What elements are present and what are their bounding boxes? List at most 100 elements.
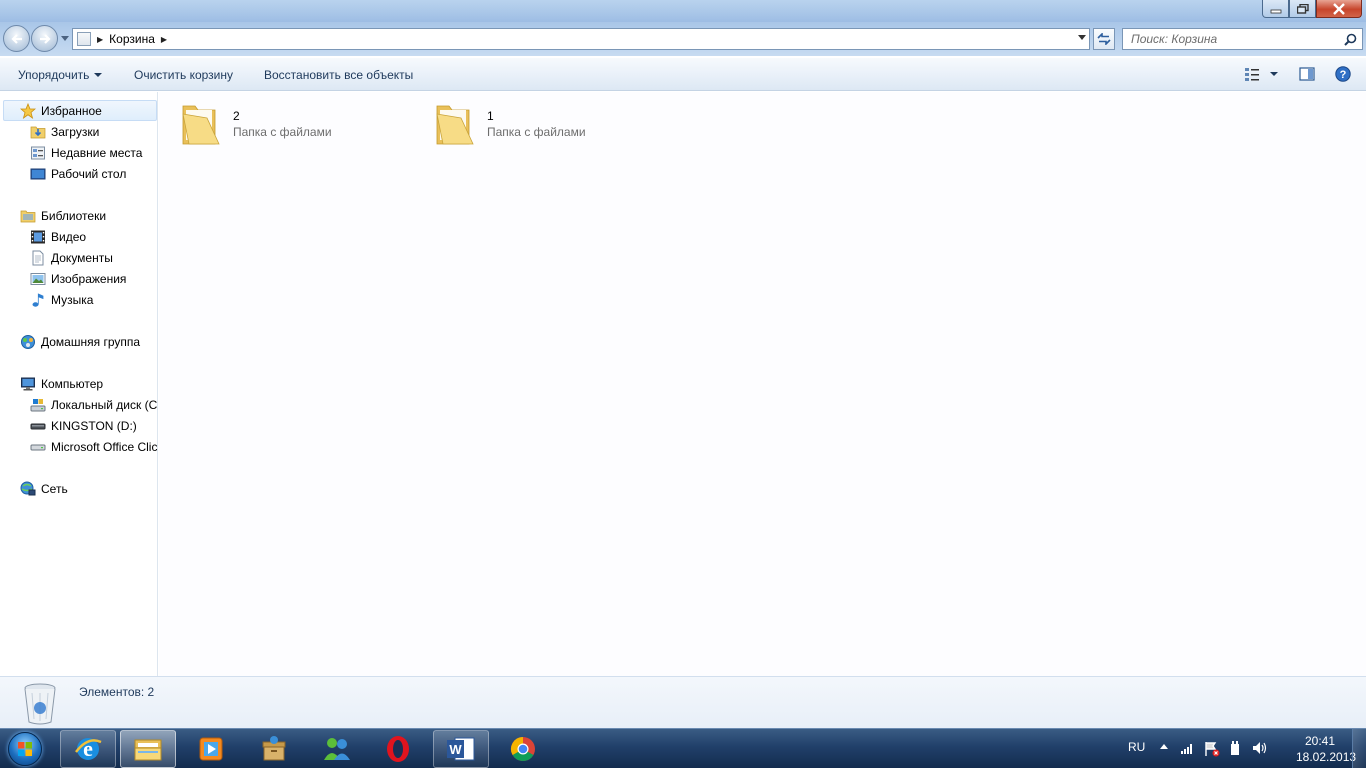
sidebar-item-label: Видео: [51, 229, 87, 244]
arrow-left-icon: [10, 33, 22, 44]
address-row: ▶ Корзина ▶: [0, 22, 1366, 56]
sidebar-item-label: Сеть: [41, 481, 68, 496]
recent-pages-dropdown[interactable]: [59, 35, 71, 42]
libraries-icon: [20, 208, 36, 224]
refresh-button[interactable]: [1093, 28, 1115, 50]
taskbar: e W RU 20:41 18.02.2013: [0, 728, 1366, 768]
sidebar-item-favorites[interactable]: Избранное: [3, 100, 157, 121]
power-icon[interactable]: [1228, 741, 1242, 757]
language-indicator[interactable]: RU: [1128, 740, 1145, 754]
folder-item[interactable]: 2 Папка с файлами: [161, 100, 401, 148]
sidebar-item-downloads[interactable]: Загрузки: [30, 121, 99, 142]
sidebar-item-video[interactable]: Видео: [30, 226, 86, 247]
clock[interactable]: 20:41 18.02.2013: [1296, 733, 1357, 765]
item-name: 1: [487, 109, 494, 123]
taskbar-messenger[interactable]: [309, 730, 365, 768]
sidebar-item-recent-places[interactable]: Недавние места: [30, 142, 142, 163]
help-icon: ?: [1335, 66, 1351, 82]
sidebar-item-music[interactable]: Музыка: [30, 289, 93, 310]
star-icon: [20, 102, 36, 119]
start-button[interactable]: [2, 730, 48, 768]
sidebar-item-label: Загрузки: [51, 124, 100, 139]
navigation-pane: Избранное Загрузки Недавние места Рабочи…: [0, 92, 158, 676]
sidebar-item-label: Microsoft Office Click-to-Run: [51, 439, 158, 454]
search-icon[interactable]: [1344, 33, 1357, 46]
messenger-icon: [324, 738, 350, 760]
sidebar-item-network[interactable]: Сеть: [20, 478, 68, 499]
details-pane: Элементов: 2: [0, 676, 1366, 728]
organize-label: Упорядочить: [18, 68, 90, 82]
taskbar-archive-app[interactable]: [246, 730, 302, 768]
sidebar-item-local-disk[interactable]: Локальный диск (C:): [30, 394, 158, 415]
sidebar-item-label: Избранное: [41, 103, 102, 118]
item-type: Папка с файлами: [487, 125, 586, 139]
view-options-icon: [1245, 68, 1278, 81]
maximize-button[interactable]: [1289, 0, 1316, 18]
taskbar-word[interactable]: W: [433, 730, 489, 768]
archive-box-icon: [262, 736, 286, 761]
show-desktop-button[interactable]: [1352, 729, 1366, 768]
sidebar-item-label: Компьютер: [41, 376, 104, 391]
minimize-button[interactable]: [1262, 0, 1289, 18]
minimize-icon: [1270, 9, 1281, 13]
sidebar-item-libraries[interactable]: Библиотеки: [20, 205, 106, 226]
change-view-button[interactable]: [1244, 66, 1278, 85]
empty-recycle-bin-button[interactable]: Очистить корзину: [134, 68, 233, 82]
help-button[interactable]: ?: [1335, 66, 1351, 85]
clock-date: 18.02.2013: [1296, 750, 1357, 764]
recycle-bin-icon: [24, 683, 56, 725]
address-dropdown-icon[interactable]: [1078, 35, 1086, 40]
taskbar-chrome[interactable]: [495, 730, 551, 768]
sidebar-item-label: Недавние места: [51, 145, 143, 160]
drive-icon: [30, 439, 46, 455]
file-list: 2 Папка с файлами 1 Папка с файлами: [159, 92, 1366, 676]
close-icon: [1333, 2, 1345, 15]
pictures-icon: [30, 271, 46, 287]
downloads-folder-icon: [30, 124, 46, 140]
network-icon: [20, 481, 36, 497]
taskbar-media-player[interactable]: [183, 730, 239, 768]
sidebar-item-label: Локальный диск (C:): [51, 397, 158, 412]
preview-pane-button[interactable]: [1299, 66, 1315, 85]
sidebar-item-kingston[interactable]: KINGSTON (D:): [30, 415, 137, 436]
breadcrumb-separator-icon[interactable]: ▶: [97, 35, 103, 44]
sidebar-item-label: Документы: [51, 250, 113, 265]
sidebar-item-homegroup[interactable]: Домашняя группа: [20, 331, 140, 352]
organize-button[interactable]: Упорядочить: [18, 68, 103, 82]
clock-time: 20:41: [1304, 734, 1336, 748]
search-box[interactable]: [1122, 28, 1363, 50]
sidebar-item-pictures[interactable]: Изображения: [30, 268, 126, 289]
sidebar-item-documents[interactable]: Документы: [30, 247, 113, 268]
back-button[interactable]: [3, 25, 30, 52]
homegroup-icon: [20, 334, 36, 350]
breadcrumb-separator-icon[interactable]: ▶: [161, 35, 167, 44]
item-type: Папка с файлами: [233, 125, 332, 139]
sidebar-item-label: KINGSTON (D:): [51, 418, 137, 433]
search-input[interactable]: [1131, 29, 1341, 49]
folder-icon: [182, 105, 220, 145]
sidebar-item-label: Изображения: [51, 271, 127, 286]
folder-icon: [436, 105, 474, 145]
svg-text:W: W: [449, 742, 462, 757]
local-disk-icon: [30, 397, 46, 413]
signal-strength-icon[interactable]: [1180, 741, 1194, 755]
breadcrumb-recycle-bin[interactable]: Корзина: [109, 32, 155, 46]
sidebar-item-desktop[interactable]: Рабочий стол: [30, 163, 126, 184]
close-button[interactable]: [1316, 0, 1362, 18]
address-bar[interactable]: ▶ Корзина ▶: [72, 28, 1090, 50]
sidebar-item-label: Домашняя группа: [41, 334, 141, 349]
sidebar-item-computer[interactable]: Компьютер: [20, 373, 103, 394]
forward-button[interactable]: [31, 25, 58, 52]
arrow-right-icon: [39, 33, 51, 44]
folder-item[interactable]: 1 Папка с файлами: [415, 100, 655, 148]
chrome-icon: [510, 737, 535, 762]
action-center-flag-icon[interactable]: [1204, 741, 1220, 757]
sidebar-item-office[interactable]: Microsoft Office Click-to-Run: [30, 436, 158, 457]
show-hidden-icons-icon[interactable]: [1159, 741, 1169, 753]
taskbar-opera[interactable]: [370, 730, 426, 768]
volume-icon[interactable]: [1252, 741, 1268, 755]
chevron-down-icon: [61, 35, 69, 41]
restore-all-button[interactable]: Восстановить все объекты: [264, 68, 413, 82]
taskbar-explorer[interactable]: [120, 730, 176, 768]
taskbar-internet-explorer[interactable]: e: [60, 730, 116, 768]
